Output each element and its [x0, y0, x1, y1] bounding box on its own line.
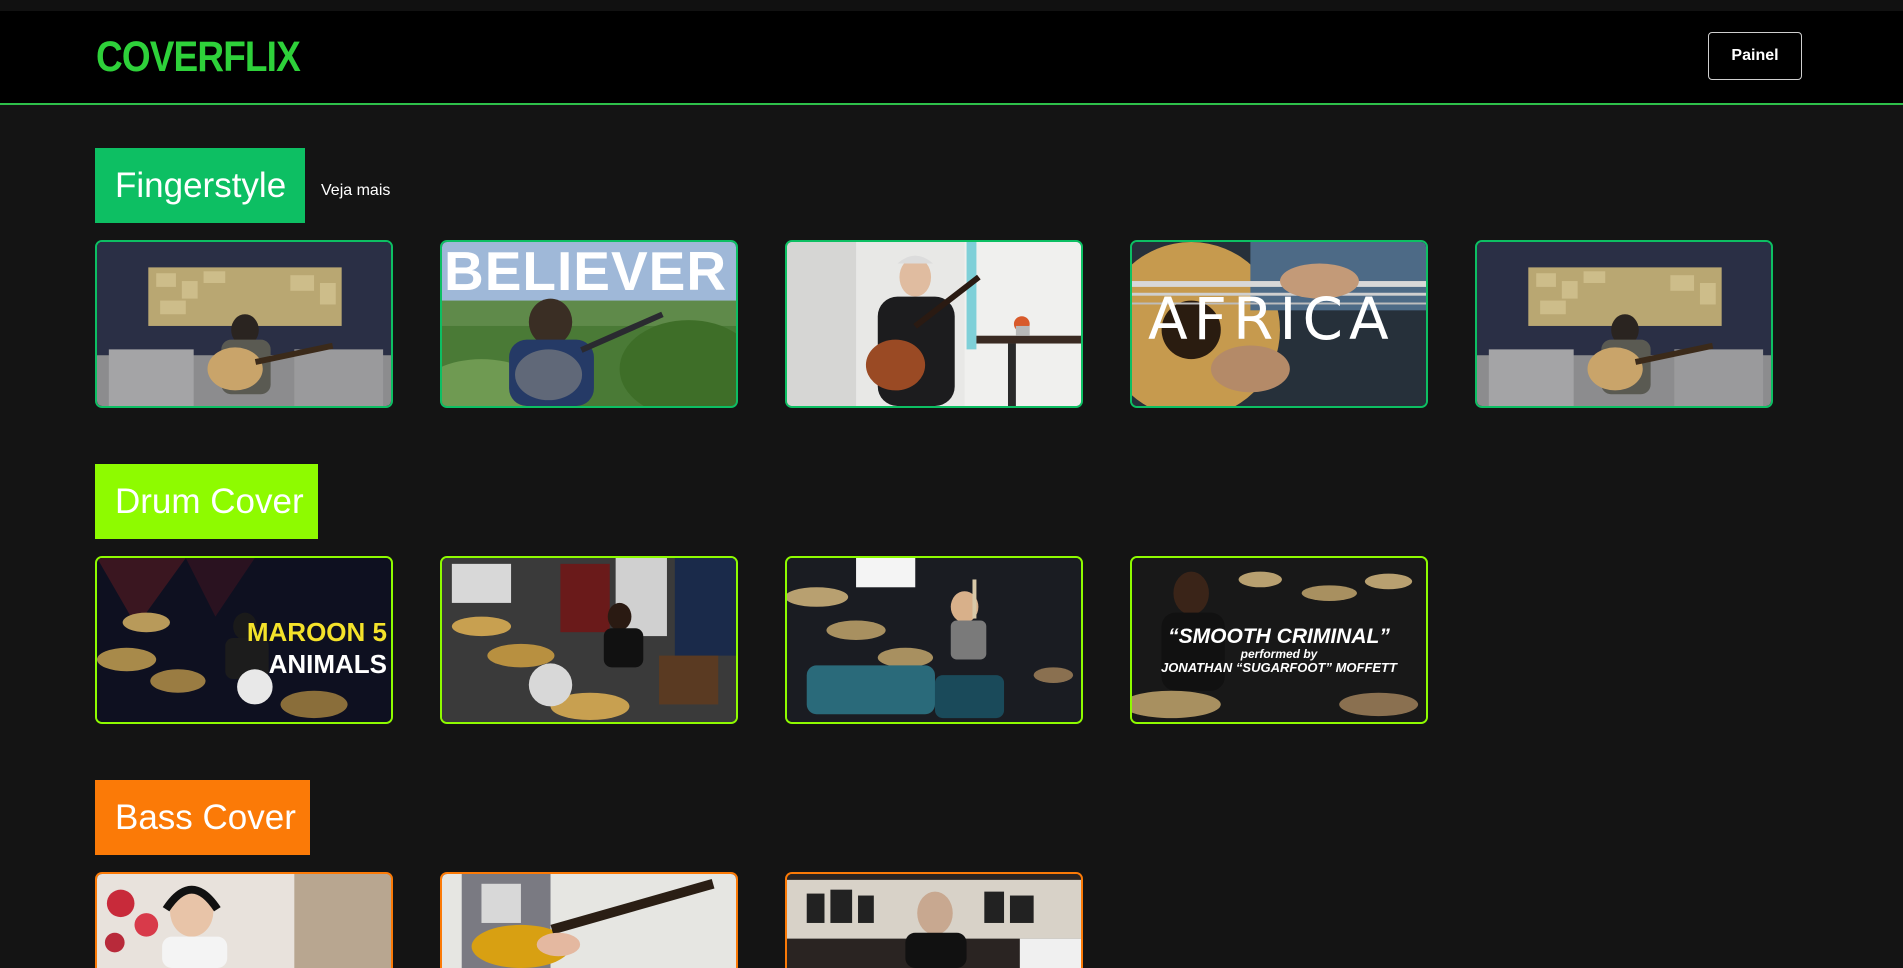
category-title: Drum Cover [95, 464, 318, 539]
video-card[interactable] [785, 556, 1083, 724]
video-card[interactable]: BELIEVER [440, 240, 738, 408]
video-card[interactable]: “SMOOTH CRIMINAL” performed by JONATHAN … [1130, 556, 1428, 724]
site-header: COVERFLIX Painel [0, 11, 1903, 105]
overlay-line-1: “SMOOTH CRIMINAL” [1168, 625, 1390, 648]
video-card[interactable] [785, 872, 1083, 968]
video-card[interactable] [95, 240, 393, 408]
video-card[interactable] [440, 556, 738, 724]
bass-closeup-icon [442, 874, 736, 968]
video-card[interactable]: MAROON 5 ANIMALS [95, 556, 393, 724]
site-logo[interactable]: COVERFLIX [96, 32, 301, 82]
thumbnail-overlay-text: MAROON 5 ANIMALS [247, 616, 387, 680]
guitarist-studio-icon [97, 242, 391, 406]
video-card[interactable] [95, 872, 393, 968]
video-card[interactable] [1475, 240, 1773, 408]
see-more-link[interactable]: Veja mais [321, 182, 390, 200]
bassist-graffiti-icon [787, 874, 1081, 968]
drummer-studio-icon [787, 558, 1081, 722]
overlay-line-3: JONATHAN “SUGARFOOT” MOFFETT [1161, 659, 1397, 675]
bassist-headphones-icon [97, 874, 391, 968]
thumbnail-overlay-text: BELIEVER [444, 240, 728, 302]
overlay-line-2: ANIMALS [268, 649, 387, 679]
video-card[interactable] [785, 240, 1083, 408]
overlay-line-2: performed by [1240, 647, 1318, 662]
overlay-line-1: MAROON 5 [246, 617, 387, 647]
category-title: Bass Cover [95, 780, 310, 855]
thumbnail-overlay-text: AFRICA [1148, 285, 1395, 353]
thumbnail-overlay-text: “SMOOTH CRIMINAL” performed by JONATHAN … [1132, 625, 1426, 675]
classical-guitarist-icon [787, 242, 1081, 406]
video-card[interactable] [440, 872, 738, 968]
video-card[interactable]: AFRICA [1130, 240, 1428, 408]
drummer-room-icon [442, 558, 736, 722]
panel-button[interactable]: Painel [1708, 32, 1802, 80]
category-title: Fingerstyle [95, 148, 305, 223]
guitarist-studio-icon [1477, 242, 1771, 406]
